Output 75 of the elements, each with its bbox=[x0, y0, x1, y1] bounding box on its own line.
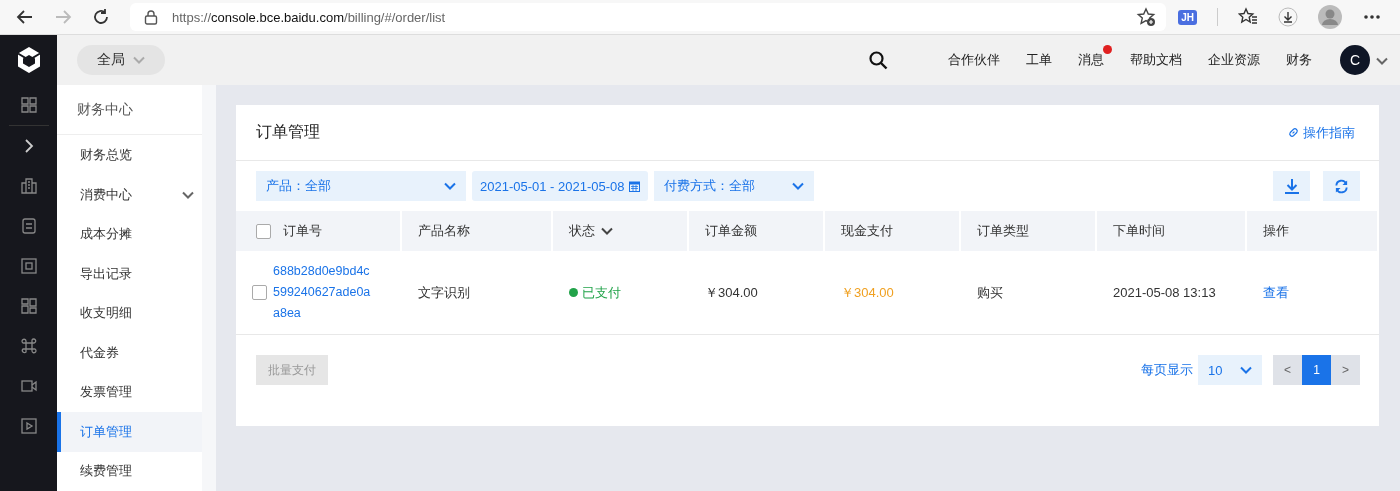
download-icon bbox=[1282, 177, 1301, 195]
chevron-down-icon bbox=[1240, 366, 1252, 374]
sidebar-item[interactable]: 财务总览 bbox=[57, 135, 202, 175]
column-header: 订单金额 bbox=[705, 222, 757, 240]
link-icon bbox=[1287, 126, 1300, 139]
frame-icon[interactable] bbox=[18, 256, 39, 276]
command-icon[interactable] bbox=[18, 336, 39, 356]
nav-link[interactable]: 财务 bbox=[1286, 52, 1312, 67]
nav-link[interactable]: 帮助文档 bbox=[1130, 52, 1182, 67]
page-title: 订单管理 bbox=[256, 122, 320, 142]
nav-link[interactable]: 工单 bbox=[1026, 52, 1052, 67]
download-icon[interactable] bbox=[1278, 7, 1298, 27]
status-text: 已支付 bbox=[582, 283, 621, 302]
dashboard-icon[interactable] bbox=[18, 296, 39, 316]
sort-caret-icon bbox=[601, 227, 613, 235]
guide-link[interactable]: 操作指南 bbox=[1287, 123, 1355, 142]
refresh-icon bbox=[1334, 178, 1349, 194]
refresh-button[interactable] bbox=[1323, 171, 1360, 201]
calendar-icon bbox=[628, 180, 640, 192]
table-cell: 购买 bbox=[977, 283, 1003, 302]
building-icon[interactable] bbox=[18, 176, 39, 196]
column-header: 下单时间 bbox=[1113, 222, 1165, 240]
grid-icon[interactable] bbox=[18, 95, 39, 115]
column-header: 订单类型 bbox=[977, 222, 1029, 240]
sidebar-item[interactable]: 导出记录 bbox=[57, 253, 202, 294]
sidebar-item[interactable]: 代金券 bbox=[57, 332, 202, 373]
table-cell: 2021-05-08 13:13 bbox=[1113, 285, 1216, 300]
chevron-down-icon bbox=[1376, 56, 1388, 65]
sidebar-item[interactable]: 发票管理 bbox=[57, 372, 202, 412]
sidebar-item[interactable]: 续费管理 bbox=[57, 451, 202, 491]
profile-icon[interactable] bbox=[1318, 5, 1342, 29]
chevron-down-icon bbox=[791, 182, 804, 190]
play-icon[interactable] bbox=[18, 416, 39, 436]
table-cell: ￥304.00 bbox=[705, 283, 758, 302]
page-size-dropdown[interactable]: 10 bbox=[1198, 355, 1262, 385]
favorites-icon[interactable] bbox=[1238, 7, 1258, 27]
column-header: 产品名称 bbox=[418, 222, 470, 240]
sidebar-item[interactable]: 成本分摊 bbox=[57, 214, 202, 254]
download-button[interactable] bbox=[1273, 171, 1310, 201]
nav-link[interactable]: 消息 bbox=[1078, 52, 1104, 67]
select-all-checkbox[interactable] bbox=[256, 223, 271, 239]
order-id-link[interactable]: 688b28d0e9bd4c599240627ade0aa8ea bbox=[273, 261, 375, 324]
sidebar-item[interactable]: 消费中心 bbox=[57, 174, 202, 215]
date-range-field[interactable]: 2021-05-01 - 2021-05-08 bbox=[472, 171, 648, 201]
reload-icon[interactable] bbox=[91, 7, 111, 27]
column-header: 操作 bbox=[1263, 222, 1289, 240]
chevron-down-icon bbox=[133, 56, 145, 64]
chevron-down-icon bbox=[444, 182, 456, 190]
cube-logo-icon[interactable] bbox=[15, 46, 42, 74]
next-page-button[interactable]: > bbox=[1331, 355, 1360, 385]
column-header: 订单号 bbox=[283, 222, 322, 240]
search-icon[interactable] bbox=[868, 50, 888, 70]
status-dot bbox=[569, 288, 578, 297]
view-link[interactable]: 查看 bbox=[1263, 283, 1289, 302]
nav-link[interactable]: 合作伙伴 bbox=[948, 52, 1000, 67]
nav-link[interactable]: 企业资源 bbox=[1208, 52, 1260, 67]
row-checkbox[interactable] bbox=[252, 285, 267, 300]
lock-icon bbox=[144, 9, 158, 25]
column-header: 状态 bbox=[569, 222, 595, 240]
table-cell: ￥304.00 bbox=[841, 283, 894, 302]
table-cell: 文字识别 bbox=[418, 283, 470, 302]
column-header: 现金支付 bbox=[841, 222, 893, 240]
filter-dropdown[interactable]: 产品：全部 bbox=[256, 171, 466, 201]
extension-badge[interactable]: JH bbox=[1178, 9, 1197, 25]
sidebar-item[interactable]: 收支明细 bbox=[57, 293, 202, 333]
page-button[interactable]: 1 bbox=[1302, 355, 1331, 385]
chevron-down-icon bbox=[182, 190, 194, 199]
scope-dropdown[interactable]: 全局 bbox=[77, 45, 165, 75]
prev-page-button[interactable]: < bbox=[1273, 355, 1302, 385]
page-size-label: 每页显示 bbox=[1141, 361, 1193, 379]
url-field[interactable]: https://console.bce.baidu.com/billing/#/order/list bbox=[172, 9, 446, 25]
filter-dropdown[interactable]: 付费方式：全部 bbox=[653, 171, 814, 201]
sidebar-item[interactable]: 订单管理 bbox=[57, 412, 202, 452]
avatar[interactable]: C bbox=[1340, 45, 1370, 75]
favorite-add-icon[interactable] bbox=[1136, 7, 1157, 27]
